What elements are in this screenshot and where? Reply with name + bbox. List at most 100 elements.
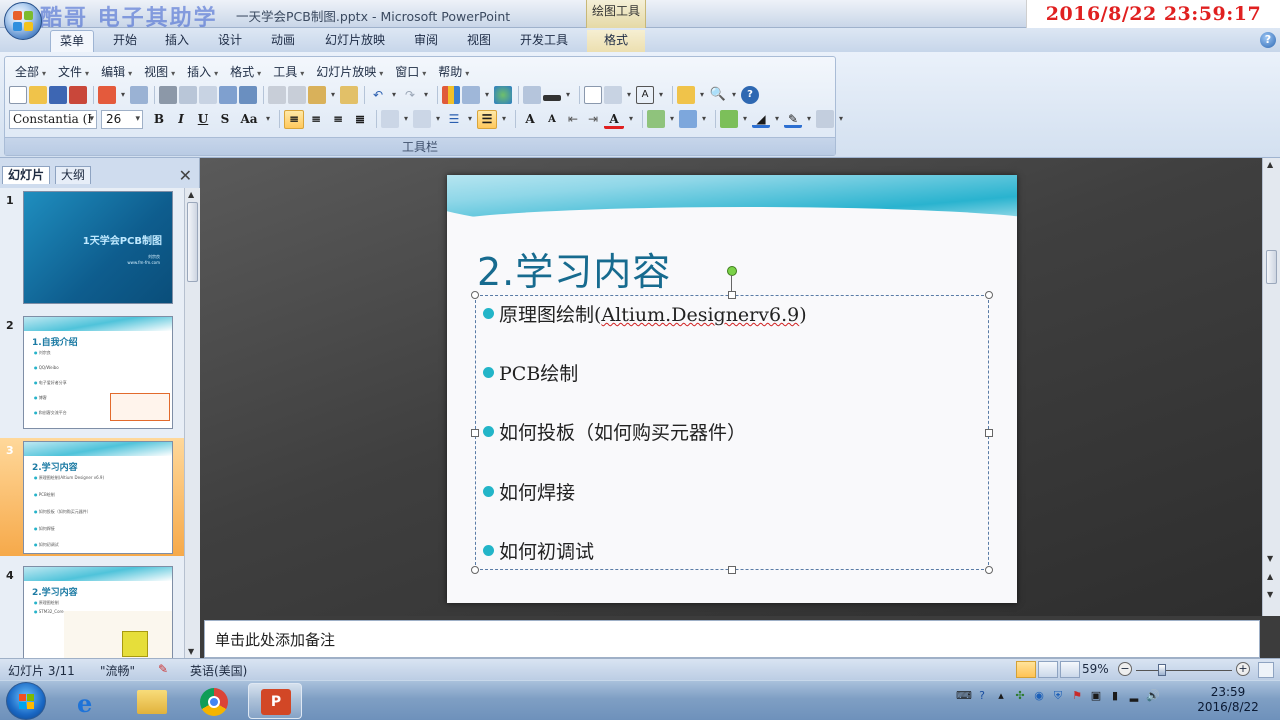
globe-icon[interactable] [494,86,512,104]
bold-button[interactable]: B [149,110,169,129]
bullet-item[interactable]: 如何初调试 [483,537,594,564]
new-slide-icon[interactable] [584,86,602,104]
tab-view[interactable]: 视图 [457,30,501,52]
slide-scrollbar[interactable]: ▲ ▼ ▲ ▼ [1262,158,1280,616]
help-icon[interactable]: ? [741,86,759,104]
shrink-font-icon[interactable]: A [542,110,562,129]
resize-handle[interactable] [471,291,479,299]
font-color-icon[interactable]: A [604,110,624,129]
fit-to-window-icon[interactable] [1258,662,1274,678]
slideshow-button[interactable] [1060,661,1080,678]
align-right-button[interactable]: ≡ [328,110,348,129]
proofing-icon[interactable]: ✎ [158,662,168,676]
folder-icon[interactable] [677,86,695,104]
align-center-button[interactable]: ≡ [306,110,326,129]
chevron-up-icon[interactable]: ▴ [994,689,1008,703]
tab-menu[interactable]: 菜单 [50,30,94,52]
line-color-icon[interactable]: ✎ [784,110,802,128]
grid-icon[interactable] [523,86,541,104]
paste-icon[interactable] [308,86,326,104]
tab-format[interactable]: 格式 [587,30,645,52]
file-explorer-icon[interactable] [124,683,178,719]
zoom-slider[interactable]: − + [1118,662,1250,678]
chevron-down-icon[interactable]: ▾ [433,110,443,128]
bullet-item[interactable]: 原理图绘制(Altium.Designerv6.9) [483,300,807,327]
shape-style-icon[interactable] [720,110,738,128]
chrome-icon[interactable] [186,683,240,719]
tab-developer[interactable]: 开发工具 [512,30,576,52]
chevron-down-icon[interactable]: ▾ [624,86,634,104]
office-button[interactable] [4,2,42,40]
quick-styles-icon[interactable] [679,110,697,128]
print-icon[interactable] [159,86,177,104]
copy-format-icon[interactable] [130,86,148,104]
tab-animation[interactable]: 动画 [262,30,304,52]
undo-icon[interactable]: ↶ [369,86,387,104]
tab-slideshow[interactable]: 幻灯片放映 [318,30,392,52]
decrease-indent-icon[interactable]: ⇤ [564,110,582,128]
research-icon[interactable] [239,86,257,104]
slide-thumb-4[interactable]: 4 2.学习内容 原理图绘制 STM32_Core [0,563,184,658]
chevron-down-icon[interactable]: ▾ [772,110,782,128]
shadow-style-icon[interactable] [816,110,834,128]
chevron-down-icon[interactable]: ▾ [465,110,475,128]
zoom-in-icon[interactable]: + [1236,662,1250,676]
tab-insert[interactable]: 插入 [156,30,198,52]
open-folder-icon[interactable] [29,86,47,104]
layout-icon[interactable] [604,86,622,104]
slide-title[interactable]: 2.学习内容 [477,241,671,296]
chevron-down-icon[interactable]: ▾ [656,86,666,104]
thumbnails-scrollbar[interactable]: ▲ ▼ [184,188,200,658]
menu-edit[interactable]: 编辑 [97,63,140,81]
chevron-down-icon[interactable]: ▾ [499,110,509,128]
justify-button[interactable]: ≣ [350,110,370,129]
chevron-down-icon[interactable]: ▾ [697,86,707,104]
textbox-icon[interactable]: A [636,86,654,104]
bullet-item[interactable]: 如何投板（如何购买元器件） [483,418,746,445]
slide-thumb-2[interactable]: 2 1.自我介绍 刘宗良 QQ/Weibo 电子爱好者分享 博客 和创客交流平台 [0,313,184,431]
tab-design[interactable]: 设计 [209,30,251,52]
current-slide[interactable]: 2.学习内容 原理图绘制(Altium.Designerv6.9) PCB绘制 … [447,175,1017,603]
keyboard-icon[interactable]: ⌨ [956,689,972,703]
text-direction-icon[interactable] [381,110,399,128]
save-icon[interactable] [49,86,67,104]
chevron-down-icon[interactable]: ▾ [804,110,814,128]
volume-icon[interactable]: 🔊 [1146,689,1160,703]
print-preview-icon[interactable] [179,86,197,104]
chevron-down-icon[interactable]: ▾ [401,110,411,128]
page-setup-icon[interactable] [199,86,217,104]
columns-icon[interactable] [413,110,431,128]
battery-icon[interactable]: ▮ [1108,689,1122,703]
tab-review[interactable]: 审阅 [404,30,448,52]
bullet-item[interactable]: PCB绘制 [483,359,578,386]
chevron-down-icon[interactable]: ▾ [389,86,399,104]
chevron-down-icon[interactable]: ▾ [263,110,273,128]
fill-color-icon[interactable]: ◢ [752,110,770,128]
chevron-down-icon[interactable]: ▾ [118,86,128,104]
bullet-item[interactable]: 如何焊接 [483,478,575,505]
bullets-icon[interactable]: ☰ [477,109,497,129]
font-name-select[interactable]: Constantia (I [9,109,97,129]
security-icon[interactable]: ◉ [1032,689,1046,703]
chevron-down-icon[interactable]: ▾ [699,110,709,128]
menu-all[interactable]: 全部 [11,63,54,81]
menu-help[interactable]: 帮助 [434,63,477,81]
chevron-down-icon[interactable]: ▾ [482,86,492,104]
permission-icon[interactable] [69,86,87,104]
resize-handle[interactable] [985,291,993,299]
menu-view[interactable]: 视图 [140,63,183,81]
resize-handle[interactable] [985,429,993,437]
redo-icon[interactable]: ↷ [401,86,419,104]
taskbar-clock[interactable]: 23:59 2016/8/22 [1192,685,1264,715]
send-icon[interactable] [98,86,116,104]
chevron-down-icon[interactable]: ▾ [836,110,846,128]
font-size-select[interactable]: 26 [101,109,143,129]
grow-font-icon[interactable]: A [520,110,540,129]
resize-handle[interactable] [728,291,736,299]
menu-slideshow[interactable]: 幻灯片放映 [312,63,391,81]
internet-explorer-icon[interactable]: e [62,683,116,719]
powerpoint-taskbar-icon[interactable]: P [248,683,302,719]
cut-icon[interactable] [268,86,286,104]
tab-slides[interactable]: 幻灯片 [2,166,51,184]
resize-handle[interactable] [985,566,993,574]
